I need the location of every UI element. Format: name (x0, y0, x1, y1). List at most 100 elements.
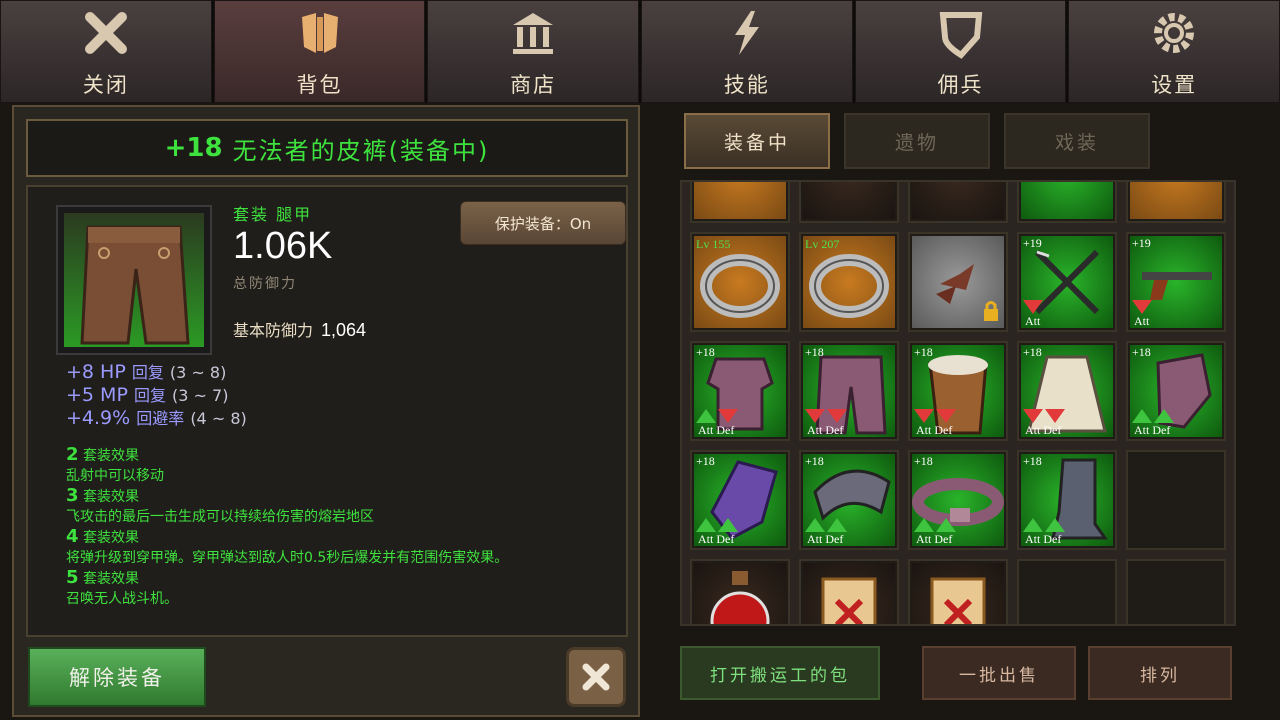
arrow-up-icon (1023, 518, 1043, 532)
close-detail-button[interactable] (566, 647, 626, 707)
inventory-slot-empty[interactable] (1126, 450, 1226, 550)
inventory-grid[interactable]: Lv 155 Lv 207 +19 Att +19 Att +18 Att Def +18 Att… (680, 180, 1236, 626)
tab-shop[interactable]: 商店 (427, 0, 640, 103)
item-enhance-label: +18 (696, 345, 715, 359)
stat-value: +4.9% (66, 407, 131, 429)
tab-settings[interactable]: 设置 (1068, 0, 1280, 103)
tab-label: 技能 (723, 73, 770, 97)
inventory-slot[interactable] (799, 182, 899, 223)
tab-costume[interactable]: 戏装 (1004, 113, 1150, 169)
tab-equipped[interactable]: 装备中 (684, 113, 830, 169)
inventory-slot-empty[interactable] (1126, 559, 1226, 624)
tab-skills[interactable]: 技能 (641, 0, 853, 103)
compare-arrows (696, 409, 738, 423)
arrow-up-icon (805, 518, 825, 532)
inventory-slot[interactable]: +18 Att Def (908, 450, 1008, 550)
item-total-defense: 1.06K (233, 225, 333, 267)
inventory-slot[interactable]: +19 Att (1017, 232, 1117, 332)
arrow-up-icon (696, 409, 716, 423)
compare-arrows (696, 518, 738, 532)
item-detail-body: 套装 腿甲 1.06K 总防御力 保护装备：On 基本防御力 1,064 +8 H… (26, 185, 628, 637)
arrow-up-icon (914, 518, 934, 532)
close-icon (582, 663, 610, 691)
compare-arrows (1023, 518, 1065, 532)
inventory-slot[interactable]: +18 Att Def (799, 450, 899, 550)
inventory-slot[interactable]: +18 Att Def (1017, 450, 1117, 550)
stat-value: +8 HP (66, 361, 126, 383)
stat-row: +8 HP 回复 (3 ~ 8) (66, 361, 247, 384)
tab-relics[interactable]: 遗物 (844, 113, 990, 169)
inventory-slot[interactable]: +18 Att Def (1017, 341, 1117, 441)
set-effect-header: 2 套装效果 (66, 444, 139, 465)
base-defense-label: 基本防御力 (233, 321, 314, 340)
inventory-slot[interactable]: +18 Att Def (690, 450, 790, 550)
inventory-slot[interactable]: +19 Att (1126, 232, 1226, 332)
compare-labels: Att Def (916, 423, 953, 437)
compare-labels: Att Def (1025, 532, 1062, 546)
base-defense-value: 1,064 (321, 320, 367, 340)
inventory-slot[interactable] (690, 182, 790, 223)
compare-labels: Att (1134, 314, 1150, 328)
inventory-slot[interactable]: +18 Att Def (908, 341, 1008, 441)
inventory-slot-empty[interactable] (1017, 559, 1117, 624)
inventory-slot[interactable] (1017, 182, 1117, 223)
open-porter-pack-button[interactable]: 打开搬运工的包 (680, 646, 880, 700)
inventory-slot[interactable]: Lv 207 (799, 232, 899, 332)
gear-icon (1148, 7, 1200, 59)
stat-label: 回复 (131, 363, 164, 382)
sort-label: 排列 (1140, 665, 1180, 686)
item-title-bar: +18 无法者的皮裤(装备中) (26, 119, 628, 177)
compare-labels: Att Def (698, 532, 735, 546)
arrow-down-icon (1045, 409, 1065, 423)
item-enhance-label: +18 (805, 345, 824, 359)
compare-arrows (805, 518, 847, 532)
set-effect-text: 乱射中可以移动 (66, 468, 164, 484)
set-effect-header: 3 套装效果 (66, 485, 139, 506)
open-pack-label: 打开搬运工的包 (710, 665, 850, 686)
compare-arrows (1023, 409, 1065, 423)
sort-button[interactable]: 排列 (1088, 646, 1232, 700)
item-enhance-label: +18 (1023, 345, 1042, 359)
inventory-slot[interactable]: +18 Att Def (690, 341, 790, 441)
item-set-type: 套装 腿甲 (233, 205, 313, 224)
protect-label: 保护装备：On (494, 214, 592, 233)
item-level-label: Lv 207 (805, 237, 840, 251)
item-stats: +8 HP 回复 (3 ~ 8) +5 MP 回复 (3 ~ 7) +4.9% … (66, 361, 247, 430)
item-enhance-label: +18 (805, 454, 824, 468)
compare-labels: Att Def (916, 532, 953, 546)
arrow-up-icon (1132, 409, 1152, 423)
item-enhance-label: +19 (1132, 236, 1151, 250)
compare-arrows (1132, 300, 1152, 314)
stat-range: (3 ~ 8) (169, 363, 227, 382)
compare-labels: Att Def (807, 423, 844, 437)
compare-labels: Att Def (1025, 423, 1062, 437)
compare-arrows (1023, 300, 1043, 314)
arrow-up-icon (827, 518, 847, 532)
inventory-slot[interactable]: Lv 155 (690, 232, 790, 332)
protect-equipment-toggle[interactable]: 保护装备：On (460, 201, 626, 245)
tab-mercenary[interactable]: 佣兵 (854, 0, 1067, 103)
item-level-label: Lv 155 (696, 237, 731, 251)
inventory-slot[interactable] (908, 182, 1008, 223)
arrow-down-icon (1132, 300, 1152, 314)
lightning-icon (721, 7, 773, 59)
inventory-slot[interactable]: +18 Att Def (799, 341, 899, 441)
tab-label: 设置 (1151, 73, 1198, 97)
scroll-icon (910, 561, 1006, 624)
inventory-slot[interactable] (908, 232, 1008, 332)
item-image (56, 205, 212, 355)
inventory-tabs: 装备中 遗物 戏装 (684, 113, 1150, 169)
inventory-slot[interactable] (799, 559, 899, 624)
tab-label: 背包 (296, 73, 343, 97)
scroll-icon (801, 561, 897, 624)
tab-close[interactable]: 关闭 (0, 0, 212, 103)
inventory-slot[interactable] (908, 559, 1008, 624)
tab-backpack[interactable]: 背包 (213, 0, 426, 103)
bulk-sell-button[interactable]: 一批出售 (922, 646, 1076, 700)
item-enhance-label: +18 (696, 454, 715, 468)
inventory-slot[interactable] (690, 559, 790, 624)
inventory-slot[interactable] (1126, 182, 1226, 223)
arrow-up-icon (1045, 518, 1065, 532)
inventory-slot[interactable]: +18 Att Def (1126, 341, 1226, 441)
unequip-button[interactable]: 解除装备 (28, 647, 206, 707)
